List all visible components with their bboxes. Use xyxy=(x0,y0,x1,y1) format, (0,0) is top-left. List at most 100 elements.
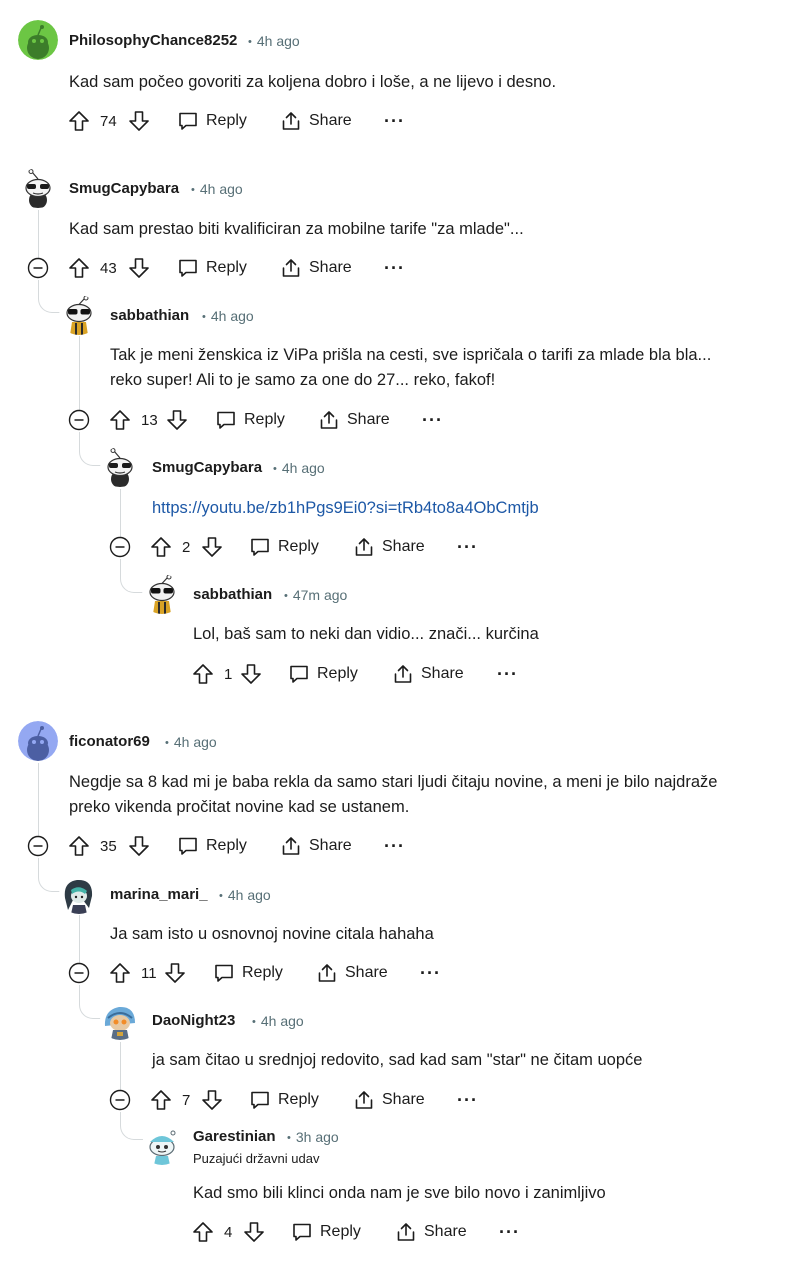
thread-connector xyxy=(79,985,102,1019)
reply-icon xyxy=(179,837,197,855)
comment-author[interactable]: ficonator69 xyxy=(69,733,150,750)
share-button[interactable]: Share xyxy=(317,958,388,988)
more-options-icon[interactable]: ··· xyxy=(384,106,405,136)
comment: Garestinian 3h ago Puzajući državni udav… xyxy=(0,0,800,1242)
share-label: Share xyxy=(309,837,352,854)
upvote-icon[interactable] xyxy=(68,253,90,283)
downvote-icon[interactable] xyxy=(240,659,262,689)
more-options-icon[interactable]: ··· xyxy=(499,1217,520,1247)
downvote-icon[interactable] xyxy=(243,1217,265,1247)
comment-time: 47m ago xyxy=(284,587,347,603)
thread-line xyxy=(38,763,39,836)
downvote-icon[interactable] xyxy=(201,532,223,562)
share-label: Share xyxy=(309,259,352,276)
collapse-thread-icon[interactable] xyxy=(27,257,49,279)
upvote-icon[interactable] xyxy=(192,1217,214,1247)
upvote-icon[interactable] xyxy=(192,659,214,689)
collapse-thread-icon[interactable] xyxy=(68,409,90,431)
thread-line xyxy=(79,915,80,963)
comment-author[interactable]: sabbathian xyxy=(193,586,272,603)
upvote-icon[interactable] xyxy=(150,1085,172,1115)
more-options-icon[interactable]: ··· xyxy=(457,1085,478,1115)
downvote-icon[interactable] xyxy=(201,1085,223,1115)
share-button[interactable]: Share xyxy=(281,831,352,861)
share-button[interactable]: Share xyxy=(393,659,464,689)
more-options-icon[interactable]: ··· xyxy=(384,253,405,283)
collapse-thread-icon[interactable] xyxy=(109,1089,131,1111)
comment-author[interactable]: marina_mari_ xyxy=(110,886,208,903)
comment-author[interactable]: PhilosophyChance8252 xyxy=(69,32,237,49)
share-label: Share xyxy=(309,112,352,129)
share-button[interactable]: Share xyxy=(354,532,425,562)
reply-icon xyxy=(215,964,233,982)
share-button[interactable]: Share xyxy=(281,106,352,136)
upvote-icon[interactable] xyxy=(68,106,90,136)
vote-score: 4 xyxy=(224,1223,233,1241)
share-icon xyxy=(282,112,300,130)
reply-button[interactable]: Reply xyxy=(250,1085,319,1115)
user-flair: Puzajući državni udav xyxy=(193,1151,320,1166)
share-label: Share xyxy=(421,665,464,682)
share-icon xyxy=(318,964,336,982)
downvote-icon[interactable] xyxy=(128,831,150,861)
more-options-icon[interactable]: ··· xyxy=(497,659,518,689)
reply-button[interactable]: Reply xyxy=(214,958,283,988)
comment-line: Lol, baš sam to neki dan vidio... znači.… xyxy=(193,625,539,643)
more-options-icon[interactable]: ··· xyxy=(422,405,443,435)
reply-button[interactable]: Reply xyxy=(178,106,247,136)
more-options-icon[interactable]: ··· xyxy=(420,958,441,988)
snoo-shades-avatar[interactable] xyxy=(59,295,99,335)
collapse-thread-icon[interactable] xyxy=(27,835,49,857)
downvote-icon[interactable] xyxy=(128,106,150,136)
share-label: Share xyxy=(345,964,388,981)
robot-avatar[interactable] xyxy=(100,1000,140,1040)
share-button[interactable]: Share xyxy=(396,1217,467,1247)
reply-label: Reply xyxy=(278,1091,319,1108)
blue-snoo-avatar[interactable] xyxy=(18,721,58,761)
snoo-sunglasses-avatar[interactable] xyxy=(18,168,58,208)
collapse-thread-icon[interactable] xyxy=(109,536,131,558)
reply-button[interactable]: Reply xyxy=(250,532,319,562)
comment-body: Lol, baš sam to neki dan vidio... znači.… xyxy=(193,622,793,647)
more-options-icon[interactable]: ··· xyxy=(457,532,478,562)
reply-button[interactable]: Reply xyxy=(289,659,358,689)
snoo-shades-avatar[interactable] xyxy=(142,574,182,614)
reply-button[interactable]: Reply xyxy=(178,831,247,861)
share-icon xyxy=(282,837,300,855)
comment-author[interactable]: DaoNight23 xyxy=(152,1012,235,1029)
vote-score: 11 xyxy=(141,964,157,982)
more-options-icon[interactable]: ··· xyxy=(384,831,405,861)
reply-button[interactable]: Reply xyxy=(178,253,247,283)
share-button[interactable]: Share xyxy=(319,405,390,435)
snoo-cap-avatar[interactable] xyxy=(142,1125,182,1165)
reply-label: Reply xyxy=(320,1223,361,1240)
comment-author[interactable]: Garestinian xyxy=(193,1128,276,1145)
share-button[interactable]: Share xyxy=(354,1085,425,1115)
upvote-icon[interactable] xyxy=(150,532,172,562)
snoo-sunglasses-avatar[interactable] xyxy=(100,447,140,487)
green-snoo-avatar[interactable] xyxy=(18,20,58,60)
share-button[interactable]: Share xyxy=(281,253,352,283)
share-label: Share xyxy=(382,1091,425,1108)
comment-line: Tak je meni ženskica iz ViPa prišla na c… xyxy=(110,346,712,364)
downvote-icon[interactable] xyxy=(164,958,186,988)
downvote-icon[interactable] xyxy=(128,253,150,283)
upvote-icon[interactable] xyxy=(109,405,131,435)
comment-body: Tak je meni ženskica iz ViPa prišla na c… xyxy=(110,343,790,393)
comment-author[interactable]: SmugCapybara xyxy=(152,459,262,476)
downvote-icon[interactable] xyxy=(166,405,188,435)
upvote-icon[interactable] xyxy=(68,831,90,861)
reply-icon xyxy=(290,665,308,683)
collapse-thread-icon[interactable] xyxy=(68,962,90,984)
teal-hair-avatar[interactable] xyxy=(59,874,99,914)
comment-author[interactable]: SmugCapybara xyxy=(69,180,179,197)
youtube-link[interactable]: https://youtu.be/zb1hPgs9Ei0?si=tRb4to8a… xyxy=(152,499,539,517)
reply-button[interactable]: Reply xyxy=(216,405,285,435)
upvote-icon[interactable] xyxy=(109,958,131,988)
comment-author[interactable]: sabbathian xyxy=(110,307,189,324)
share-label: Share xyxy=(347,411,390,428)
thread-connector xyxy=(79,432,102,466)
comment-time: 4h ago xyxy=(219,887,271,903)
reply-icon xyxy=(293,1223,311,1241)
reply-button[interactable]: Reply xyxy=(292,1217,361,1247)
